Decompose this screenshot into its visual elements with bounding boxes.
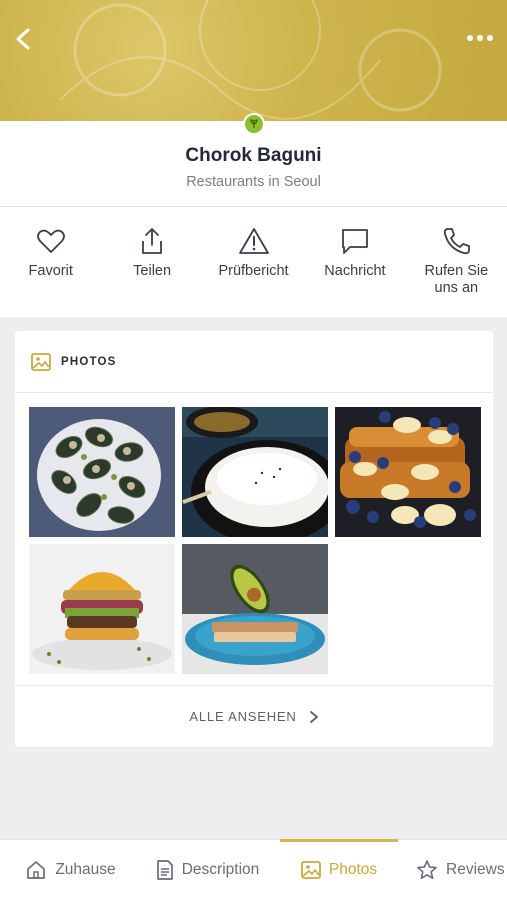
favorite-label: Favorit — [28, 263, 73, 279]
page-subtitle: Restaurants in Seoul — [186, 174, 321, 190]
french-toast-photo[interactable] — [335, 407, 481, 537]
star-icon — [417, 860, 437, 879]
image-icon — [31, 352, 51, 371]
banner-pattern — [59, 0, 442, 120]
nav-item-reviews[interactable]: Reviews — [398, 840, 507, 900]
message-label: Nachricht — [324, 263, 386, 279]
share-label: Teilen — [133, 263, 172, 279]
page-title: Chorok Baguni — [185, 145, 322, 166]
chevron-right-icon — [309, 710, 318, 723]
report-button[interactable]: Prüfbericht — [203, 207, 304, 317]
phone-icon — [444, 228, 471, 255]
share-icon — [142, 228, 163, 254]
more-button[interactable] — [465, 30, 495, 46]
more-dots-icon — [467, 35, 493, 41]
nav-item-home[interactable]: Zuhause — [0, 840, 135, 900]
report-label: Prüfbericht — [218, 263, 289, 279]
nav-description-label: Description — [181, 861, 260, 878]
action-row: Favorit Teilen Prüfbericht Nachricht Ruf… — [0, 207, 507, 317]
mussels-photo[interactable] — [29, 407, 175, 537]
call-label: Rufen Sie uns an — [424, 263, 489, 296]
photos-card: PHOTOS ALLE ANSEHEN — [15, 331, 493, 747]
chevron-left-icon — [16, 28, 30, 50]
nav-photos-label: Photos — [328, 861, 378, 878]
message-icon — [342, 229, 368, 254]
plant-badge-icon — [243, 113, 265, 135]
home-icon — [27, 861, 46, 879]
call-button[interactable]: Rufen Sie uns an — [406, 207, 507, 317]
image-icon — [300, 861, 321, 879]
nav-item-photos[interactable]: Photos — [280, 839, 398, 900]
nav-item-description[interactable]: Description — [135, 840, 280, 900]
message-button[interactable]: Nachricht — [304, 207, 405, 317]
share-button[interactable]: Teilen — [101, 207, 202, 317]
header-banner — [0, 0, 507, 121]
photos-card-header: PHOTOS — [15, 331, 493, 393]
burger-photo[interactable] — [29, 544, 175, 674]
rice-bowl-photo[interactable] — [182, 407, 328, 537]
bottom-nav: Zuhause Description Photos Reviews — [0, 839, 507, 900]
back-button[interactable] — [10, 24, 38, 54]
favorite-button[interactable]: Favorit — [0, 207, 101, 317]
nav-reviews-label: Reviews — [446, 861, 505, 878]
photos-header-label: PHOTOS — [61, 355, 117, 368]
see-all-button[interactable]: ALLE ANSEHEN — [15, 685, 493, 747]
see-all-label: ALLE ANSEHEN — [189, 709, 297, 724]
heart-icon — [36, 229, 65, 253]
nav-home-label: Zuhause — [55, 861, 116, 878]
document-icon — [156, 860, 173, 880]
profile-section: Chorok Baguni Restaurants in Seoul — [0, 113, 507, 207]
warning-icon — [238, 228, 269, 254]
avocado-toast-photo[interactable] — [182, 544, 328, 674]
